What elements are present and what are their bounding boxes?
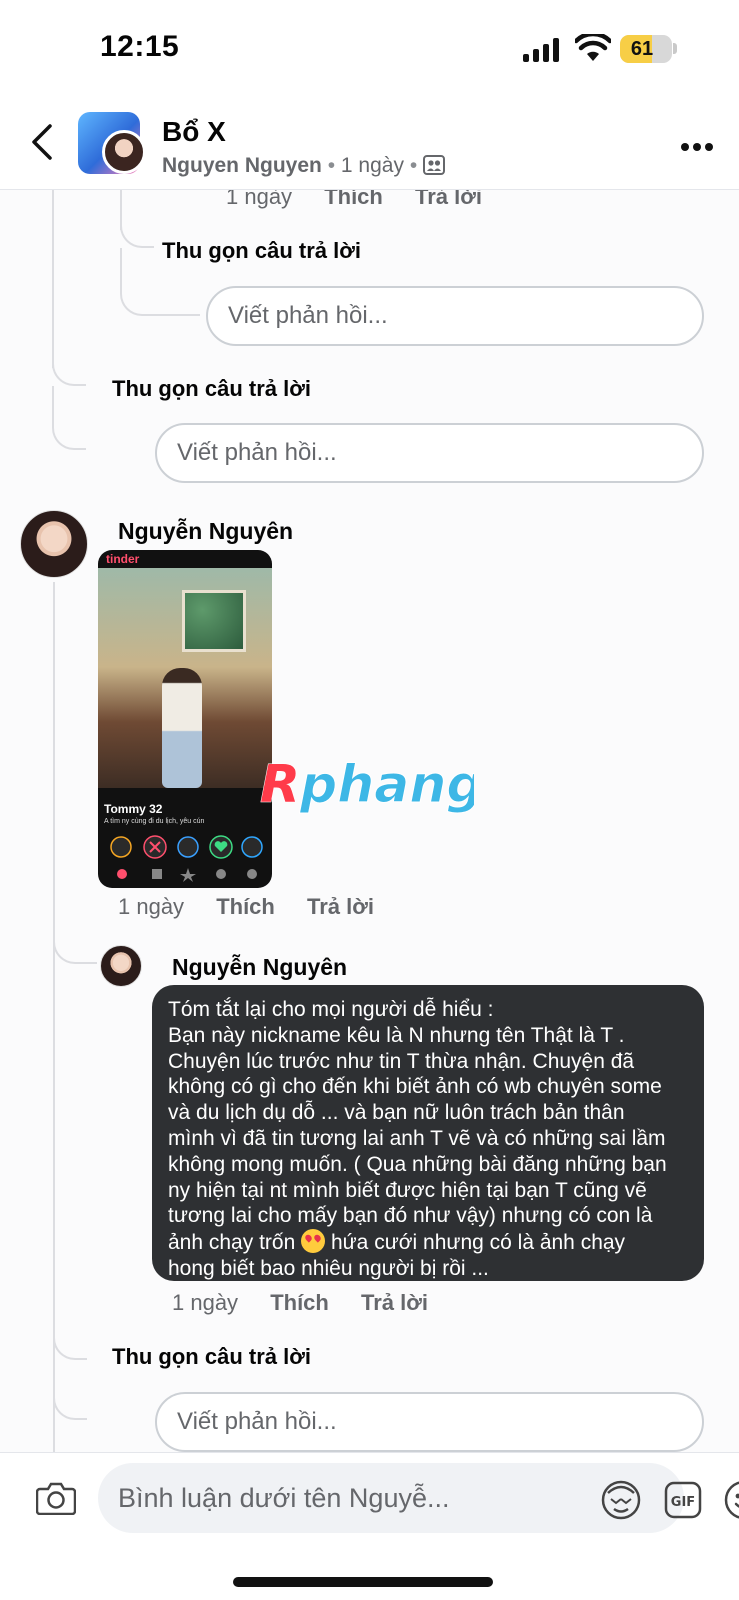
battery-indicator: 61 — [620, 35, 672, 63]
like-button[interactable]: Thích — [270, 1290, 329, 1315]
comment-time: 1 ngày — [226, 190, 293, 209]
post-subtitle: Nguyen Nguyen • 1 ngày • — [162, 154, 446, 178]
author-avatar[interactable] — [102, 130, 146, 174]
collapse-replies-link[interactable]: Thu gọn câu trả lời — [112, 1344, 311, 1370]
comment-input-placeholder: Bình luận dưới tên Nguyễ... — [118, 1483, 450, 1513]
reply-button[interactable]: Trả lời — [307, 894, 374, 919]
reply-input[interactable]: Viết phản hồi... — [206, 286, 704, 346]
reply-button[interactable]: Trả lời — [361, 1290, 428, 1315]
svg-text:R: R — [260, 755, 300, 815]
thread-connector — [52, 350, 86, 386]
like-button[interactable]: Thích — [324, 190, 383, 209]
collapse-replies-link[interactable]: Thu gọn câu trả lời — [112, 376, 311, 402]
image-app-label: tinder — [106, 552, 140, 566]
thread-connector — [53, 1380, 87, 1420]
gif-icon[interactable]: GIF — [664, 1481, 702, 1519]
commenter-name[interactable]: Nguyễn Nguyên — [118, 518, 293, 545]
image-tinder-actions — [110, 835, 263, 859]
reply-text: Tóm tắt lại cho mọi người dễ hiểu : Bạn … — [168, 998, 667, 1255]
thread-connector — [53, 930, 97, 964]
camera-icon[interactable] — [36, 1481, 76, 1515]
group-avatar[interactable] — [78, 112, 146, 174]
group-privacy-icon — [423, 155, 446, 175]
group-title[interactable]: Bổ X — [162, 116, 226, 148]
reply-bubble: Tóm tắt lại cho mọi người dễ hiểu : Bạn … — [152, 985, 704, 1281]
comment-input[interactable]: Bình luận dưới tên Nguyễ... GIF — [98, 1463, 739, 1533]
post-age: 1 ngày — [340, 154, 404, 177]
back-chevron-icon[interactable] — [28, 122, 58, 162]
separator-dot: • — [327, 154, 336, 177]
reply-input[interactable]: Viết phản hồi... — [155, 423, 704, 483]
comment-actions: 1 ngày Thích Trả lời — [118, 894, 374, 920]
watermark-logo: Rphang R — [260, 755, 475, 816]
thread-connector — [120, 210, 154, 248]
emoji-icon[interactable] — [723, 1479, 739, 1521]
battery-tip — [673, 43, 677, 54]
image-wall-art — [182, 590, 246, 652]
post-author[interactable]: Nguyen Nguyen — [162, 154, 322, 177]
commenter-avatar[interactable] — [20, 510, 88, 578]
comment-actions: 1 ngày Thích Trả lời — [226, 190, 482, 210]
image-profile-bio: A tìm ny cùng đi du lịch, yêu cún — [104, 818, 205, 825]
svg-text:GIF: GIF — [671, 1495, 695, 1510]
post-header: Bổ X Nguyen Nguyen • 1 ngày • — [0, 100, 739, 190]
comment-composer: Bình luận dưới tên Nguyễ... GIF — [0, 1452, 739, 1600]
image-scene — [98, 568, 272, 788]
battery-percent: 61 — [630, 38, 654, 60]
replier-avatar[interactable] — [100, 945, 142, 987]
reply-button[interactable]: Trả lời — [415, 190, 482, 209]
replier-name[interactable]: Nguyễn Nguyên — [172, 954, 347, 981]
heart-eyes-emoji-icon — [301, 1229, 326, 1254]
image-person — [162, 668, 202, 788]
collapse-replies-link[interactable]: Thu gọn câu trả lời — [162, 238, 361, 264]
thread-connector — [120, 280, 200, 316]
wifi-icon — [575, 34, 611, 61]
comment-image[interactable]: tinder Tommy 32 A tìm ny cùng đi du lịch… — [98, 550, 272, 888]
thread-line — [52, 190, 54, 368]
thread-connector — [52, 410, 86, 450]
more-options-icon[interactable] — [680, 142, 714, 152]
comment-time: 1 ngày — [118, 894, 185, 919]
clock: 12:15 — [100, 30, 180, 63]
cellular-signal-icon — [523, 38, 559, 62]
home-indicator — [233, 1577, 493, 1587]
thread-connector — [53, 1320, 87, 1360]
comment-thread: 1 ngày Thích Trả lời Thu gọn câu trả lời… — [0, 190, 739, 1452]
avatar-sticker-icon[interactable] — [600, 1479, 642, 1521]
status-bar: 12:15 61 — [0, 0, 739, 100]
reply-input[interactable]: Viết phản hồi... — [155, 1392, 704, 1452]
image-tinder-nav — [117, 868, 257, 882]
separator-dot: • — [409, 154, 418, 177]
like-button[interactable]: Thích — [216, 894, 275, 919]
image-profile-name: Tommy 32 — [104, 802, 163, 816]
comment-time: 1 ngày — [172, 1290, 239, 1315]
comment-actions: 1 ngày Thích Trả lời — [172, 1290, 428, 1316]
